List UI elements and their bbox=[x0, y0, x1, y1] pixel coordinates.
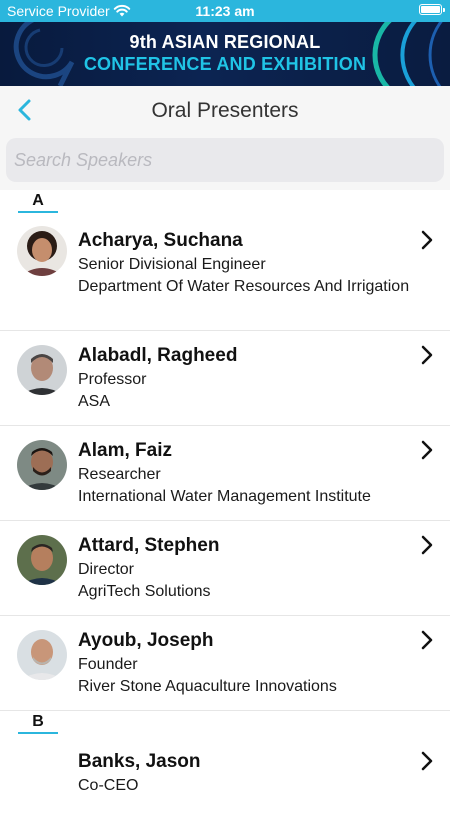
chevron-right-icon bbox=[421, 230, 433, 250]
conference-banner: 9th ASIAN REGIONAL CONFERENCE AND EXHIBI… bbox=[0, 22, 450, 86]
navigation-bar: Oral Presenters bbox=[0, 86, 450, 134]
speaker-organization: AgriTech Solutions bbox=[78, 582, 211, 600]
speaker-list: A Acharya, Suchana Senior Divisional Eng… bbox=[0, 190, 450, 817]
speaker-row-attard[interactable]: Attard, Stephen Director AgriTech Soluti… bbox=[0, 521, 450, 616]
battery-icon bbox=[419, 4, 445, 15]
status-bar: Service Provider 11:23 am bbox=[0, 0, 450, 22]
speaker-name: Banks, Jason bbox=[78, 751, 201, 772]
avatar bbox=[17, 345, 67, 395]
speaker-row-alam[interactable]: Alam, Faiz Researcher International Wate… bbox=[0, 426, 450, 521]
search-input[interactable] bbox=[6, 138, 444, 182]
section-letter: B bbox=[18, 713, 58, 734]
speaker-role: Professor bbox=[78, 371, 147, 388]
chevron-right-icon bbox=[421, 345, 433, 365]
speaker-row-alabadl[interactable]: Alabadl, Ragheed Professor ASA bbox=[0, 331, 450, 426]
speaker-name: Acharya, Suchana bbox=[78, 230, 243, 251]
speaker-role: Senior Divisional Engineer bbox=[78, 256, 266, 273]
speaker-role: Founder bbox=[78, 656, 138, 673]
page-title: Oral Presenters bbox=[151, 99, 299, 122]
speaker-role: Director bbox=[78, 561, 135, 578]
clock-time: 11:23 am bbox=[195, 3, 255, 19]
avatar bbox=[17, 226, 67, 276]
speaker-name: Alam, Faiz bbox=[78, 440, 172, 461]
avatar bbox=[17, 630, 67, 680]
speaker-role: Researcher bbox=[78, 466, 161, 483]
speaker-name: Attard, Stephen bbox=[78, 535, 220, 556]
speaker-row-banks[interactable]: Banks, Jason Co-CEO bbox=[0, 737, 450, 817]
chevron-right-icon bbox=[421, 535, 433, 555]
chevron-right-icon bbox=[421, 751, 433, 771]
speaker-row-acharya[interactable]: Acharya, Suchana Senior Divisional Engin… bbox=[0, 216, 450, 331]
banner-title-line1: 9th ASIAN REGIONAL bbox=[129, 32, 321, 52]
speaker-organization: River Stone Aquaculture Innovations bbox=[78, 677, 337, 695]
speaker-name: Ayoub, Joseph bbox=[78, 630, 214, 651]
banner-title-line2: CONFERENCE AND EXHIBITION bbox=[83, 54, 367, 74]
speaker-name: Alabadl, Ragheed bbox=[78, 345, 238, 366]
speaker-role: Co-CEO bbox=[78, 777, 139, 794]
chevron-right-icon bbox=[421, 630, 433, 650]
speaker-organization: ASA bbox=[78, 392, 111, 410]
section-letter: A bbox=[18, 192, 58, 213]
chevron-right-icon bbox=[421, 440, 433, 460]
section-header-b: B bbox=[0, 711, 450, 737]
search-bar bbox=[0, 134, 450, 190]
speaker-organization: Department Of Water Resources And Irriga… bbox=[78, 277, 410, 295]
avatar bbox=[17, 535, 67, 585]
avatar bbox=[17, 440, 67, 490]
section-header-a: A bbox=[0, 190, 450, 216]
speaker-row-ayoub[interactable]: Ayoub, Joseph Founder River Stone Aquacu… bbox=[0, 616, 450, 711]
speaker-organization: International Water Management Institute bbox=[78, 487, 371, 505]
